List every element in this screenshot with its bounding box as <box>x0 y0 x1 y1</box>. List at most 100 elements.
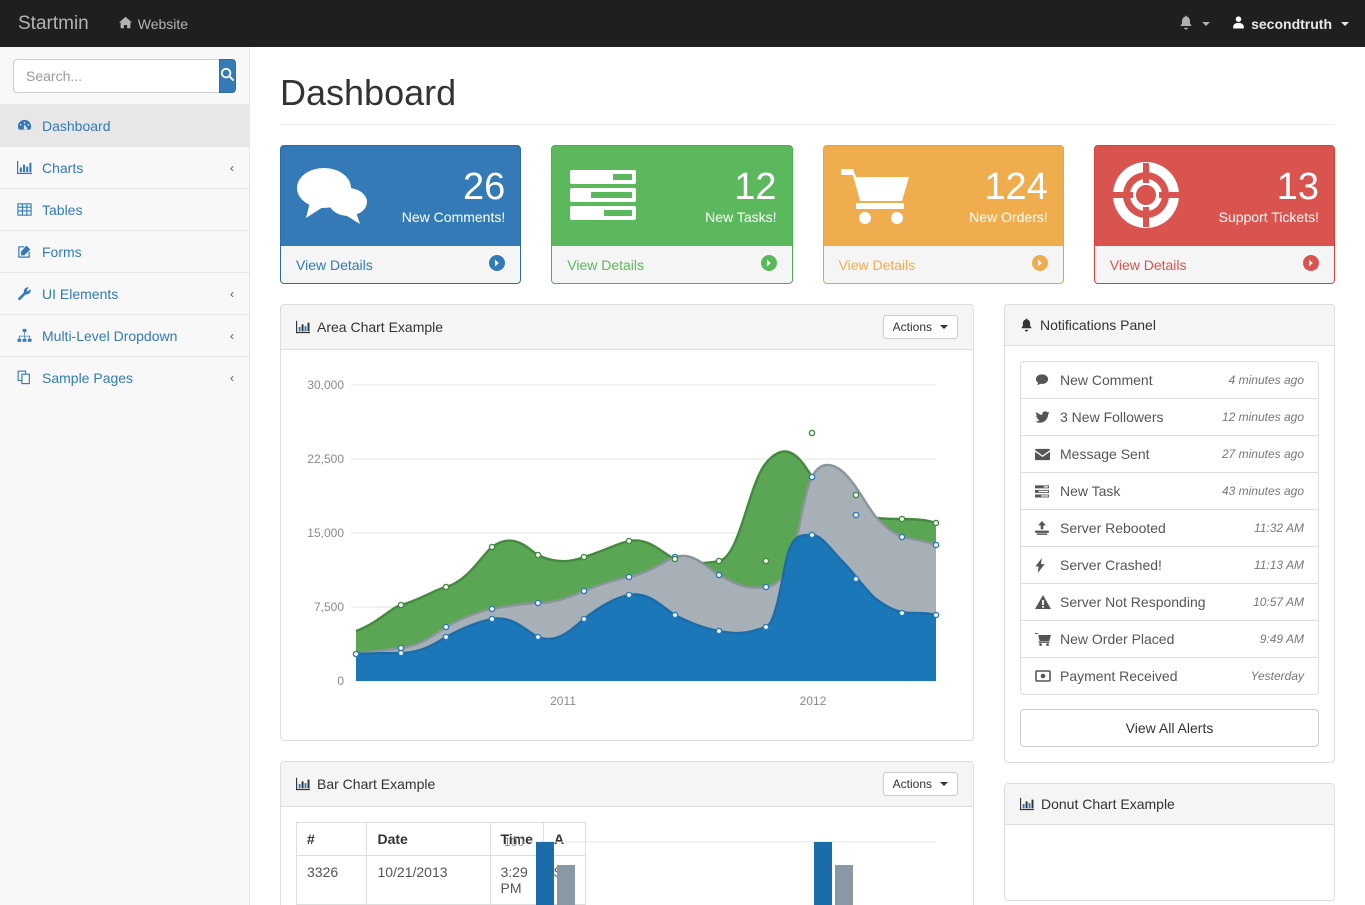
list-item[interactable]: Server Crashed! 11:13 AM <box>1021 547 1318 584</box>
list-item[interactable]: Message Sent 27 minutes ago <box>1021 436 1318 473</box>
stat-panel-support-tickets[interactable]: 13 Support Tickets! View Details <box>1094 145 1335 284</box>
notification-time: 27 minutes ago <box>1222 447 1304 461</box>
sitemap-icon <box>15 328 33 343</box>
notification-time: 11:13 AM <box>1254 558 1304 572</box>
list-item[interactable]: 3 New Followers 12 minutes ago <box>1021 399 1318 436</box>
svg-text:7,500: 7,500 <box>314 600 344 614</box>
bell-icon <box>1179 15 1193 33</box>
search-input[interactable] <box>13 59 219 93</box>
table-icon <box>15 202 33 217</box>
table-cell-date: 10/21/2013 <box>367 856 490 905</box>
page-title: Dashboard <box>280 72 1350 124</box>
list-item[interactable]: Server Not Responding 10:57 AM <box>1021 584 1318 621</box>
view-details-label: View Details <box>296 257 373 273</box>
table-cell-id: 3326 <box>297 856 367 905</box>
tasks-icon <box>1035 485 1054 498</box>
stat-number: 13 <box>1219 168 1319 208</box>
chevron-left-icon: ‹ <box>230 287 234 301</box>
notification-label: Server Crashed! <box>1060 557 1162 573</box>
money-icon <box>1035 670 1054 682</box>
sidebar-nav: Dashboard Charts ‹ Tables <box>0 104 249 398</box>
stat-panel-body: 26 New Comments! <box>281 146 520 246</box>
notification-label: Message Sent <box>1060 446 1150 462</box>
bar-chart-svg: 100 75 <box>486 825 956 905</box>
view-details-label: View Details <box>839 257 916 273</box>
donut-chart-body <box>1005 825 1334 900</box>
bar-chart-icon <box>296 320 310 334</box>
notification-time: 9:49 AM <box>1260 632 1304 646</box>
bar-chart-icon <box>296 777 310 791</box>
sidebar-item-dashboard[interactable]: Dashboard <box>0 104 249 146</box>
life-ring-icon <box>1110 161 1182 232</box>
svg-text:22,500: 22,500 <box>307 452 344 466</box>
sidebar-item-label: Sample Pages <box>42 370 133 386</box>
area-chart-actions-button[interactable]: Actions <box>883 315 958 339</box>
bar-chart-actions-button[interactable]: Actions <box>883 772 958 796</box>
stat-label: New Orders! <box>969 209 1048 225</box>
actions-label: Actions <box>893 777 932 791</box>
notifications-panel: Notifications Panel New Comment 4 minute… <box>1004 304 1335 763</box>
stat-number: 12 <box>705 168 776 208</box>
stat-panel-new-orders[interactable]: 124 New Orders! View Details <box>823 145 1064 284</box>
envelope-icon <box>1035 448 1054 461</box>
stat-panel-new-comments[interactable]: 26 New Comments! View Details <box>280 145 521 284</box>
view-details-link[interactable]: View Details <box>552 246 791 283</box>
stat-panel-body: 124 New Orders! <box>824 146 1063 246</box>
sidebar: Dashboard Charts ‹ Tables <box>0 47 250 905</box>
chevron-left-icon: ‹ <box>230 161 234 175</box>
notifications-body: New Comment 4 minutes ago 3 New Follower… <box>1005 346 1334 762</box>
sidebar-item-forms[interactable]: Forms <box>0 230 249 272</box>
bell-icon <box>1020 318 1033 332</box>
list-item[interactable]: New Comment 4 minutes ago <box>1021 362 1318 399</box>
sidebar-item-tables[interactable]: Tables <box>0 188 249 230</box>
area-chart-svg: 30,000 22,500 15,000 7,500 0 <box>296 365 973 715</box>
circle-arrow-right-icon <box>489 255 505 274</box>
sidebar-item-multi-level-dropdown[interactable]: Multi-Level Dropdown ‹ <box>0 314 249 356</box>
brand-logo[interactable]: Startmin <box>0 0 105 47</box>
chevron-down-icon <box>940 782 948 786</box>
view-details-link[interactable]: View Details <box>281 246 520 283</box>
shopping-cart-icon <box>839 164 917 229</box>
search-icon <box>220 67 235 85</box>
search-button[interactable] <box>219 59 236 93</box>
dashboard-main-row: Area Chart Example Actions <box>265 284 1350 905</box>
sidebar-item-ui-elements[interactable]: UI Elements ‹ <box>0 272 249 314</box>
dashboard-icon <box>15 118 33 133</box>
notifications-title: Notifications Panel <box>1040 317 1156 333</box>
twitter-icon <box>1035 410 1054 424</box>
list-item[interactable]: Payment Received Yesterday <box>1021 658 1318 694</box>
table-col-id: # <box>297 823 367 856</box>
notification-time: 4 minutes ago <box>1229 373 1304 387</box>
stat-label: Support Tickets! <box>1219 209 1319 225</box>
notification-label: New Task <box>1060 483 1120 499</box>
notifications-dropdown-toggle[interactable] <box>1179 15 1210 33</box>
area-chart-body: 30,000 22,500 15,000 7,500 0 <box>281 350 973 740</box>
list-item[interactable]: New Task 43 minutes ago <box>1021 473 1318 510</box>
view-details-link[interactable]: View Details <box>824 246 1063 283</box>
sidebar-item-label: Dashboard <box>42 118 111 134</box>
notifications-heading: Notifications Panel <box>1005 305 1334 346</box>
nav-website-link[interactable]: Website <box>119 16 188 32</box>
sidebar-item-sample-pages[interactable]: Sample Pages ‹ <box>0 356 249 398</box>
sidebar-item-label: Charts <box>42 160 83 176</box>
list-item[interactable]: Server Rebooted 11:32 AM <box>1021 510 1318 547</box>
sidebar-search <box>0 47 249 104</box>
bar-series-blue <box>536 842 832 905</box>
stat-label: New Tasks! <box>705 209 776 225</box>
user-name-label: secondtruth <box>1251 16 1332 32</box>
sidebar-item-charts[interactable]: Charts ‹ <box>0 146 249 188</box>
view-all-alerts-button[interactable]: View All Alerts <box>1020 709 1319 747</box>
files-icon <box>15 370 33 385</box>
stat-panel-new-tasks[interactable]: 12 New Tasks! View Details <box>551 145 792 284</box>
notification-label: Payment Received <box>1060 668 1178 684</box>
area-chart-panel: Area Chart Example Actions <box>280 304 974 741</box>
chevron-down-icon <box>940 325 948 329</box>
view-details-link[interactable]: View Details <box>1095 246 1334 283</box>
list-item[interactable]: New Order Placed 9:49 AM <box>1021 621 1318 658</box>
bar-chart-heading: Bar Chart Example Actions <box>281 762 973 807</box>
notification-time: 10:57 AM <box>1253 595 1304 609</box>
donut-chart-heading: Donut Chart Example <box>1005 784 1334 825</box>
sidebar-item-label: Forms <box>42 244 82 260</box>
svg-text:0: 0 <box>337 674 344 688</box>
user-dropdown-toggle[interactable]: secondtruth <box>1232 15 1349 32</box>
